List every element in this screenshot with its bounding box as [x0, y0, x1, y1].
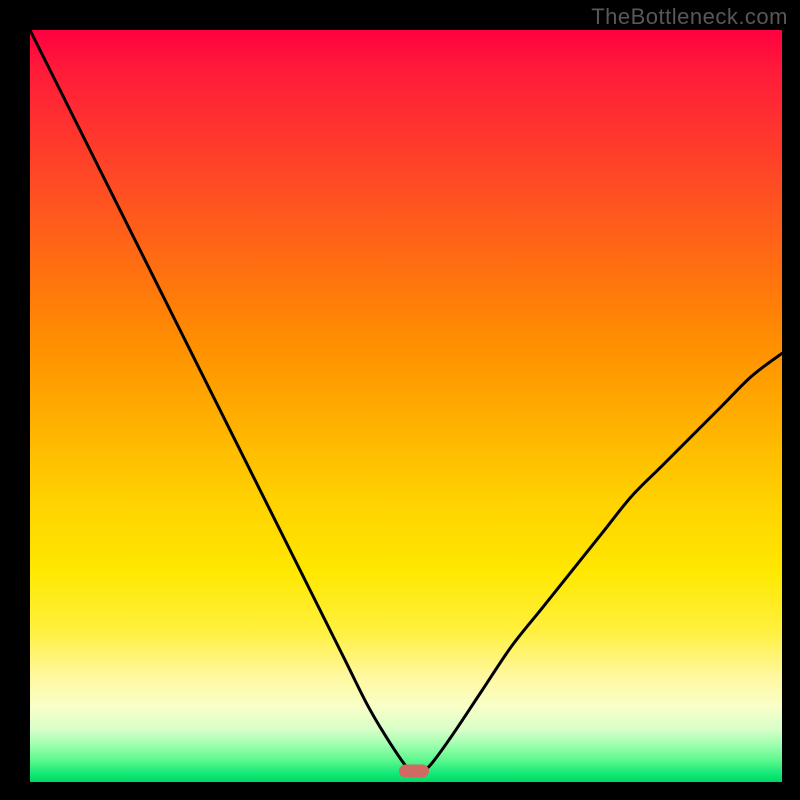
- watermark-label: TheBottleneck.com: [591, 4, 788, 30]
- plot-area: [30, 30, 782, 782]
- chart-frame: TheBottleneck.com: [0, 0, 800, 800]
- curve-svg: [30, 30, 782, 782]
- bottleneck-curve: [30, 30, 782, 773]
- optimum-marker: [399, 764, 429, 777]
